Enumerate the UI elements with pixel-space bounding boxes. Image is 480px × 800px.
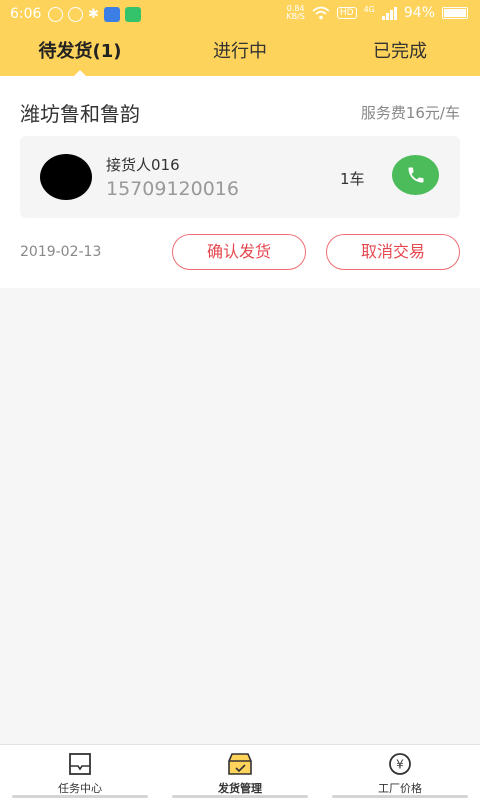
battery-icon [442, 7, 468, 19]
order-status-tabs: 待发货(1) 进行中 已完成 [0, 30, 480, 77]
service-fee: 服务费16元/车 [360, 104, 460, 122]
tab-completed[interactable]: 已完成 [320, 30, 480, 76]
shop-name: 潍坊鲁和鲁韵 [20, 102, 140, 126]
status-notification-icons: ✱ [48, 7, 141, 22]
hd-badge: HD [336, 7, 357, 19]
bottom-navigation: 任务中心 发货管理 ¥ 工厂价格 [0, 744, 480, 800]
shipping-management-icon [228, 753, 252, 775]
nav-indicator [332, 795, 468, 798]
chat-app-icon [124, 7, 141, 22]
tab-pending-shipment[interactable]: 待发货(1) [0, 30, 160, 77]
quantity: 1车 [340, 170, 365, 188]
confirm-shipment-button[interactable]: 确认发货 [172, 234, 306, 270]
phone-icon [408, 167, 423, 183]
receiver-name: 接货人016 [106, 156, 180, 174]
status-time: 6:06 [10, 6, 42, 22]
alarm-icon [48, 7, 63, 22]
network-type: 4G [363, 5, 375, 14]
order-card: 潍坊鲁和鲁韵 服务费16元/车 接货人016 15709120016 1车 20… [0, 76, 480, 288]
status-bar: 6:06 ✱ 0.84 KB/S HD 4G 94% [0, 0, 480, 30]
nav-factory-price[interactable]: ¥ 工厂价格 [320, 745, 480, 800]
net-speed: 0.84 KB/S [286, 5, 305, 21]
nav-indicator [12, 795, 148, 798]
sync-icon [68, 7, 83, 22]
bluetooth-icon: ✱ [88, 7, 99, 22]
order-date: 2019-02-13 [20, 244, 102, 260]
tab-in-progress[interactable]: 进行中 [160, 30, 320, 76]
nav-label-factory-price: 工厂价格 [378, 782, 422, 795]
battery-percent: 94% [403, 5, 435, 21]
yuan-price-icon: ¥ [389, 753, 411, 775]
task-center-icon [69, 753, 91, 775]
receiver-phone: 15709120016 [106, 178, 239, 200]
wifi-icon [312, 6, 330, 20]
nav-shipping-management[interactable]: 发货管理 [160, 745, 320, 800]
avatar [40, 154, 92, 200]
shield-app-icon [103, 7, 120, 22]
nav-indicator [172, 795, 308, 798]
nav-label-task-center: 任务中心 [58, 782, 102, 795]
receiver-panel: 接货人016 15709120016 1车 [20, 136, 460, 218]
nav-task-center[interactable]: 任务中心 [0, 745, 160, 800]
net-speed-unit: KB/S [286, 12, 305, 21]
svg-text:¥: ¥ [396, 758, 404, 772]
call-button[interactable] [392, 155, 439, 195]
signal-icon [381, 6, 397, 20]
cancel-transaction-button[interactable]: 取消交易 [326, 234, 460, 270]
status-system-icons: 0.84 KB/S HD 4G 94% [286, 5, 468, 21]
nav-label-shipping-management: 发货管理 [218, 782, 262, 795]
